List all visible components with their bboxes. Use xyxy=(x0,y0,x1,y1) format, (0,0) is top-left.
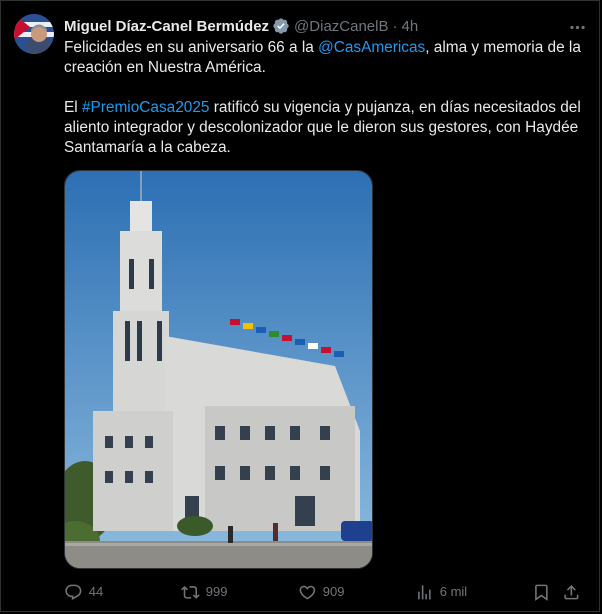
post-text: Felicidades en su aniversario 66 a la @C… xyxy=(64,38,589,158)
bookmark-icon xyxy=(535,584,548,601)
reply-count: 44 xyxy=(88,584,104,599)
post-header: Miguel Díaz-Canel Bermúdez @DiazCanelB ·… xyxy=(64,15,552,37)
repost-count: 999 xyxy=(205,584,228,599)
avatar[interactable] xyxy=(14,14,54,54)
repost-button[interactable]: 999 xyxy=(181,580,227,604)
reply-button[interactable]: 44 xyxy=(64,580,103,604)
share-button[interactable] xyxy=(562,580,587,604)
author-handle[interactable]: @DiazCanelB xyxy=(294,18,388,35)
bookmark-button[interactable] xyxy=(532,580,557,604)
views-button[interactable]: 6 mil xyxy=(415,580,467,604)
post-time[interactable]: 4h xyxy=(401,18,418,35)
post-paragraph-2: El #PremioCasa2025 ratificó su vigencia … xyxy=(64,99,581,156)
author-name[interactable]: Miguel Díaz-Canel Bermúdez xyxy=(64,18,269,35)
reply-icon xyxy=(65,584,82,600)
hashtag-link[interactable]: #PremioCasa2025 xyxy=(82,99,209,116)
like-button[interactable]: 909 xyxy=(298,580,344,604)
more-icon[interactable] xyxy=(566,16,588,38)
mention-link[interactable]: @CasAmericas xyxy=(318,39,425,56)
post-image[interactable] xyxy=(64,170,373,569)
share-icon xyxy=(564,584,579,600)
like-count: 909 xyxy=(322,584,345,599)
post-actions: 44 999 909 6 mil xyxy=(64,580,584,604)
repost-icon xyxy=(181,585,200,599)
views-count: 6 mil xyxy=(439,584,468,599)
separator-dot: · xyxy=(392,17,398,35)
verified-badge-icon xyxy=(273,18,289,34)
post-paragraph-1: Felicidades en su aniversario 66 a la @C… xyxy=(64,39,581,76)
heart-icon xyxy=(299,585,316,600)
views-icon xyxy=(418,584,431,600)
